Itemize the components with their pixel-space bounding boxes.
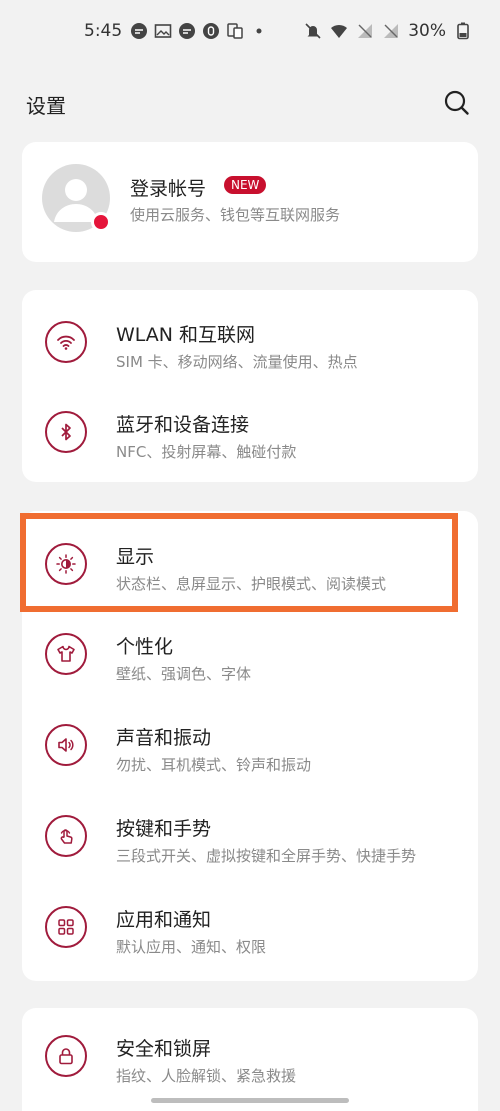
search-icon[interactable] — [442, 88, 472, 118]
apps-grid-icon — [45, 906, 87, 948]
message-icon — [131, 23, 147, 39]
item-title: WLAN 和互联网 — [116, 324, 256, 346]
item-subtitle: 默认应用、通知、权限 — [116, 938, 267, 956]
page-title: 设置 — [26, 94, 66, 118]
lock-icon — [45, 1035, 87, 1077]
battery-icon — [457, 22, 469, 40]
item-title: 安全和锁屏 — [116, 1038, 212, 1060]
wifi-signal-icon — [331, 24, 348, 38]
security-card: 安全和锁屏 指纹、人脸解锁、紧急救援 — [22, 1008, 478, 1111]
item-subtitle: NFC、投射屏幕、触碰付款 — [116, 443, 297, 461]
account-title: 登录帐号 — [130, 178, 207, 200]
account-card[interactable]: 登录帐号 NEW 使用云服务、钱包等互联网服务 — [22, 142, 478, 262]
signal-icon — [358, 24, 373, 38]
item-title: 声音和振动 — [116, 727, 212, 749]
message-icon — [179, 23, 195, 39]
signal-icon — [384, 24, 399, 38]
battery-percent: 30% — [408, 21, 446, 41]
wifi-icon — [45, 321, 87, 363]
bluetooth-icon — [45, 411, 87, 453]
mute-icon — [305, 23, 321, 39]
copy-icon — [227, 23, 243, 39]
settings-item-sound[interactable]: 声音和振动 勿扰、耳机模式、铃声和振动 — [22, 701, 478, 791]
tshirt-icon — [45, 633, 87, 675]
settings-item-buttons-gestures[interactable]: 按键和手势 三段式开关、虚拟按键和全屏手势、快捷手势 — [22, 792, 478, 882]
status-bar: 5:45 30% — [0, 0, 500, 64]
system-icons: 30% — [304, 21, 472, 41]
item-subtitle: 壁纸、强调色、字体 — [116, 665, 252, 683]
item-subtitle: SIM 卡、移动网络、流量使用、热点 — [116, 353, 358, 371]
home-indicator[interactable] — [151, 1098, 349, 1103]
more-dot-icon — [256, 28, 262, 34]
item-subtitle: 指纹、人脸解锁、紧急救援 — [116, 1067, 297, 1085]
app-bar: 设置 — [0, 84, 500, 124]
shield-icon — [203, 23, 219, 39]
item-title: 应用和通知 — [116, 909, 212, 931]
item-title: 蓝牙和设备连接 — [116, 414, 250, 436]
settings-item-apps-notifications[interactable]: 应用和通知 默认应用、通知、权限 — [22, 883, 478, 973]
status-time: 5:45 — [84, 21, 123, 41]
speaker-icon — [45, 724, 87, 766]
item-title: 按键和手势 — [116, 818, 212, 840]
new-badge: NEW — [224, 176, 267, 194]
settings-item-security-lockscreen[interactable]: 安全和锁屏 指纹、人脸解锁、紧急救援 — [22, 1012, 478, 1102]
highlight-box — [20, 513, 458, 612]
item-subtitle: 勿扰、耳机模式、铃声和振动 — [116, 756, 312, 774]
network-card: WLAN 和互联网 SIM 卡、移动网络、流量使用、热点 蓝牙和设备连接 NFC… — [22, 290, 478, 482]
image-icon — [154, 24, 172, 38]
settings-item-bluetooth[interactable]: 蓝牙和设备连接 NFC、投射屏幕、触碰付款 — [22, 388, 478, 478]
settings-item-wlan[interactable]: WLAN 和互联网 SIM 卡、移动网络、流量使用、热点 — [22, 298, 478, 388]
gesture-icon — [45, 815, 87, 857]
notification-dot — [91, 212, 111, 232]
account-subtitle: 使用云服务、钱包等互联网服务 — [130, 206, 341, 224]
item-subtitle: 三段式开关、虚拟按键和全屏手势、快捷手势 — [116, 847, 417, 865]
item-title: 个性化 — [116, 636, 174, 658]
notification-icons — [130, 22, 268, 40]
settings-item-personalization[interactable]: 个性化 壁纸、强调色、字体 — [22, 610, 478, 700]
